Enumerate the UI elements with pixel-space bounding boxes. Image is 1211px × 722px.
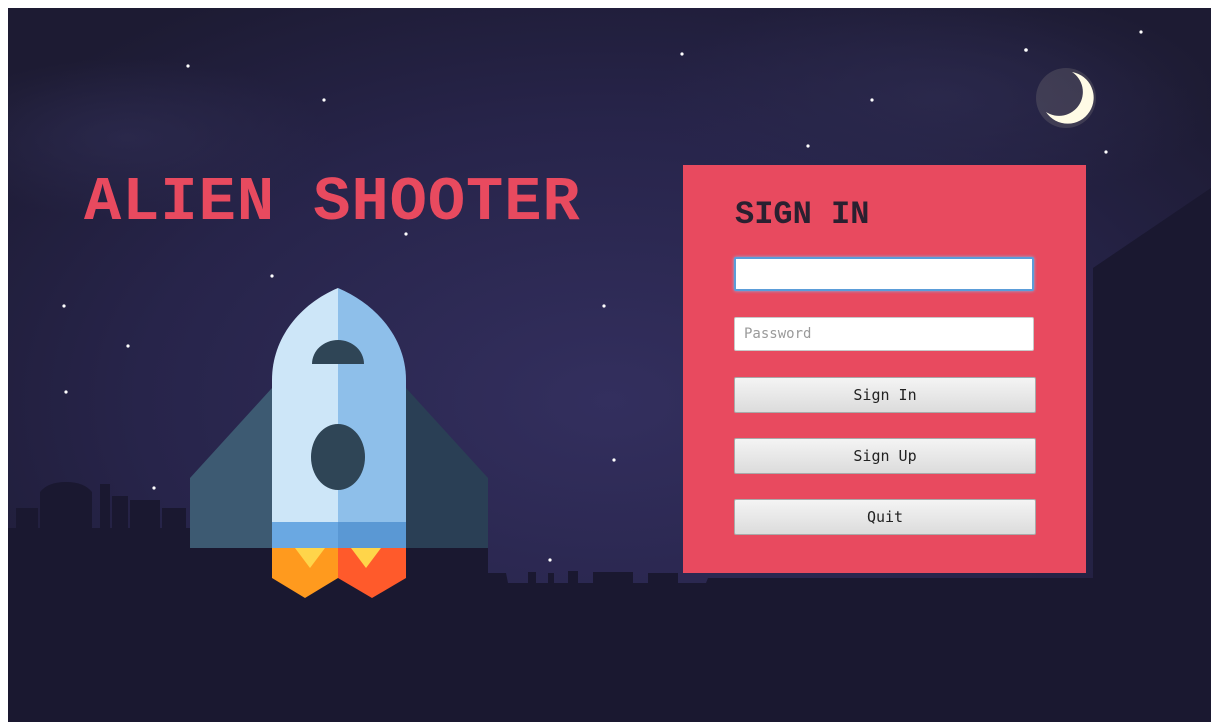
signin-panel: SIGN IN Sign In Sign Up Quit	[683, 165, 1086, 573]
password-field[interactable]	[734, 317, 1034, 351]
username-field[interactable]	[734, 257, 1034, 291]
quit-button[interactable]: Quit	[734, 499, 1036, 535]
game-screen: ALIEN SHOOTER SIGN IN Sign In Sign Up Qu…	[8, 8, 1211, 722]
signup-button[interactable]: Sign Up	[734, 438, 1036, 474]
game-title: ALIEN SHOOTER	[84, 167, 581, 238]
moon-icon	[1036, 68, 1096, 128]
signin-heading: SIGN IN	[735, 196, 870, 233]
signin-button[interactable]: Sign In	[734, 377, 1036, 413]
